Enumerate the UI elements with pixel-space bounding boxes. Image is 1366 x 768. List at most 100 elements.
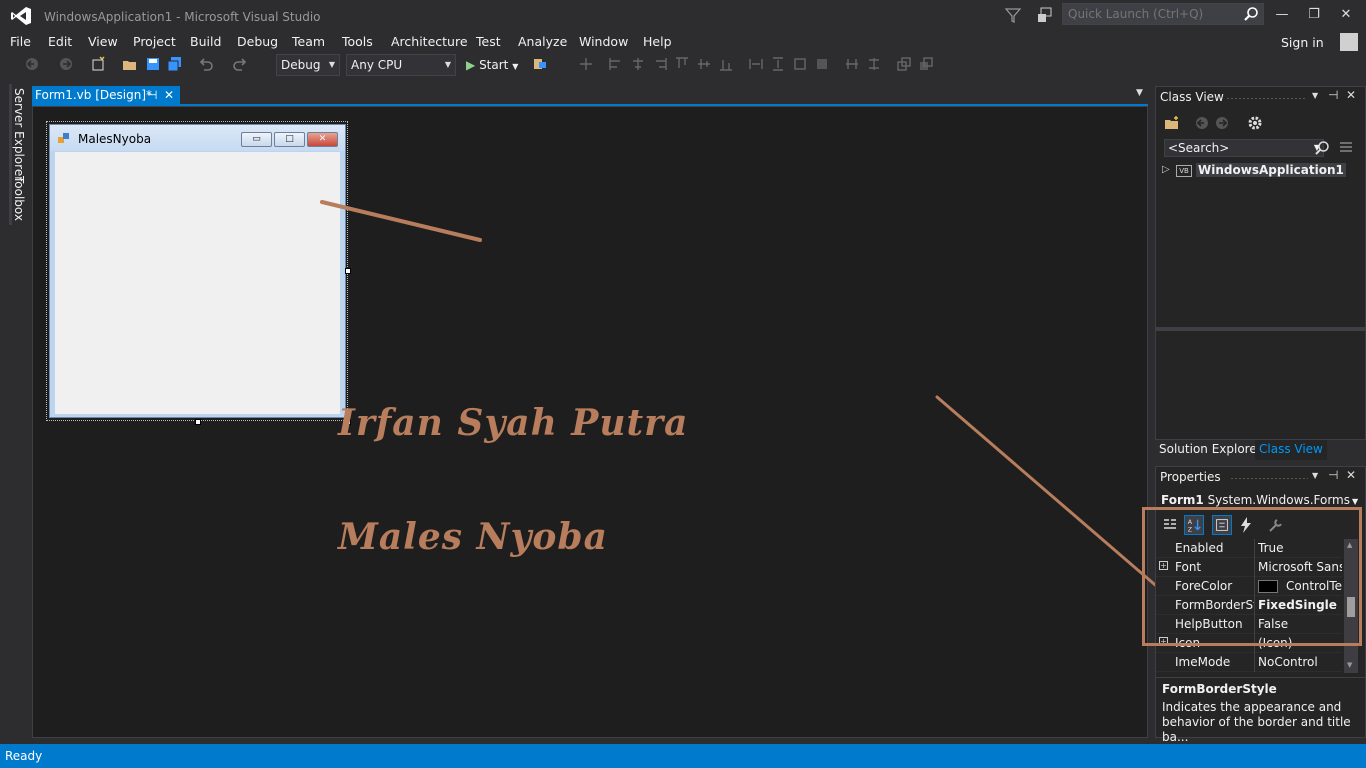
tree-item-project[interactable]: ▷ VB WindowsApplication1 (1162, 163, 1362, 181)
expand-arrow-icon[interactable]: ▷ (1162, 164, 1170, 175)
status-text: Ready (5, 749, 43, 763)
property-value[interactable]: NoControl (1258, 655, 1342, 669)
redo-icon[interactable] (232, 56, 248, 72)
forward-icon[interactable] (1214, 115, 1230, 131)
navigate-back-icon[interactable] (24, 56, 40, 72)
solution-platform-dropdown[interactable]: Any CPU ▼ (346, 54, 456, 76)
resize-handle-right[interactable] (345, 268, 351, 274)
account-icon[interactable] (1340, 33, 1358, 51)
class-view-search-input[interactable]: <Search> ▼ (1164, 139, 1324, 157)
object-selector[interactable]: Form1 System.Windows.Forms.Fc (1161, 493, 1351, 507)
object-name: Form1 (1161, 493, 1204, 507)
chevron-down-icon: ▼ (444, 60, 451, 69)
start-debugging-button[interactable]: ▶ Start ▼ (466, 56, 518, 76)
menu-bar: File Edit View Project Build Debug Team … (0, 32, 1366, 52)
chevron-down-icon[interactable]: ▼ (1352, 497, 1358, 506)
menu-build[interactable]: Build (190, 34, 221, 49)
configuration-value: Debug (281, 58, 321, 72)
notifications-icon[interactable] (1036, 6, 1054, 24)
new-folder-icon[interactable] (1164, 115, 1180, 131)
feedback-filter-icon[interactable] (1004, 6, 1022, 24)
menu-analyze[interactable]: Analyze (518, 34, 567, 49)
solution-configuration-dropdown[interactable]: Debug ▼ (276, 54, 340, 76)
annotation-author-name: Irfan Syah Putra (338, 402, 689, 444)
panel-grip[interactable] (1226, 97, 1306, 100)
settings-list-icon[interactable] (1338, 140, 1354, 156)
property-row-imemode[interactable]: ImeMode NoControl (1156, 653, 1342, 672)
open-file-icon[interactable] (122, 56, 138, 72)
menu-file[interactable]: File (10, 34, 31, 49)
menu-tools[interactable]: Tools (342, 34, 373, 49)
form-title: MalesNyoba (78, 132, 152, 146)
align-lefts-icon[interactable] (608, 56, 624, 72)
menu-team[interactable]: Team (292, 34, 325, 49)
form-maximize-button[interactable]: □ (274, 132, 305, 147)
menu-help[interactable]: Help (643, 34, 672, 49)
close-icon[interactable]: ✕ (1346, 468, 1356, 482)
search-placeholder: <Search> (1168, 141, 1230, 155)
back-icon[interactable] (1194, 115, 1210, 131)
platform-value: Any CPU (351, 58, 403, 72)
menu-window[interactable]: Window (579, 34, 628, 49)
align-bottoms-icon[interactable] (718, 56, 734, 72)
close-button[interactable]: ✕ (1330, 4, 1362, 26)
pin-icon[interactable]: ⊣ (1328, 88, 1338, 102)
pin-icon[interactable]: ⊣ (1328, 468, 1338, 482)
menu-debug[interactable]: Debug (237, 34, 278, 49)
form-minimize-button[interactable]: ▭ (241, 132, 272, 147)
class-view-title: Class View (1160, 90, 1224, 104)
new-project-icon[interactable] (90, 56, 106, 72)
menu-test[interactable]: Test (476, 34, 501, 49)
quick-launch-input[interactable] (1063, 4, 1239, 24)
make-same-width-icon[interactable] (748, 56, 764, 72)
tab-solution-explorer[interactable]: Solution Explorer (1155, 440, 1266, 460)
toolbox-tab[interactable]: Toolbox (9, 172, 26, 225)
property-description-pane: FormBorderStyle Indicates the appearance… (1156, 677, 1365, 744)
menu-edit[interactable]: Edit (48, 34, 72, 49)
sign-in-link[interactable]: Sign in (1281, 35, 1324, 50)
align-centers-icon[interactable] (630, 56, 646, 72)
align-middles-icon[interactable] (696, 56, 712, 72)
save-all-icon[interactable] (167, 56, 183, 72)
designed-form[interactable]: MalesNyoba ▭ □ ✕ (49, 124, 346, 418)
tab-form1-design[interactable]: Form1.vb [Design]* ⊣ ✕ (32, 86, 180, 105)
save-icon[interactable] (145, 56, 161, 72)
chevron-down-icon[interactable]: ▼ (1312, 91, 1318, 100)
make-same-height-icon[interactable] (770, 56, 786, 72)
align-to-grid-icon[interactable] (578, 56, 594, 72)
resize-handle-bottom[interactable] (195, 419, 201, 425)
tab-class-view[interactable]: Class View (1255, 440, 1327, 460)
send-to-back-icon[interactable] (918, 56, 934, 72)
close-icon[interactable]: ✕ (164, 86, 174, 104)
form-client-area[interactable] (55, 152, 340, 414)
chevron-down-icon[interactable]: ▼ (1312, 471, 1318, 480)
align-tops-icon[interactable] (674, 56, 690, 72)
bring-to-front-icon[interactable] (896, 56, 912, 72)
minimize-button[interactable]: — (1266, 4, 1298, 26)
scroll-down-icon[interactable]: ▼ (1347, 661, 1352, 669)
panel-grip[interactable] (1230, 477, 1308, 480)
quick-launch-box[interactable] (1062, 3, 1264, 25)
tab-overflow-chevron-icon[interactable]: ▼ (1136, 88, 1143, 98)
vertical-spacing-icon[interactable] (866, 56, 882, 72)
panel-tab-strip: Solution Explorer Class View (1155, 440, 1366, 461)
size-to-grid-icon[interactable] (792, 56, 808, 72)
navigate-forward-icon[interactable] (58, 56, 74, 72)
menu-view[interactable]: View (88, 34, 118, 49)
align-rights-icon[interactable] (652, 56, 668, 72)
search-icon[interactable] (1243, 6, 1259, 22)
menu-project[interactable]: Project (133, 34, 176, 49)
make-same-size-icon[interactable] (814, 56, 830, 72)
settings-gear-icon[interactable] (1246, 114, 1264, 132)
horizontal-spacing-icon[interactable] (844, 56, 860, 72)
maximize-button[interactable]: ❐ (1298, 4, 1330, 26)
form-close-button[interactable]: ✕ (307, 132, 338, 147)
search-icon[interactable] (1314, 140, 1330, 156)
undo-icon[interactable] (198, 56, 214, 72)
find-in-files-icon[interactable] (532, 56, 548, 72)
pin-icon[interactable]: ⊣ (147, 86, 157, 104)
form-title-bar: MalesNyoba ▭ □ ✕ (50, 125, 345, 151)
server-explorer-tab[interactable]: Server Explorer (9, 84, 26, 186)
menu-architecture[interactable]: Architecture (391, 34, 468, 49)
close-icon[interactable]: ✕ (1346, 88, 1356, 102)
